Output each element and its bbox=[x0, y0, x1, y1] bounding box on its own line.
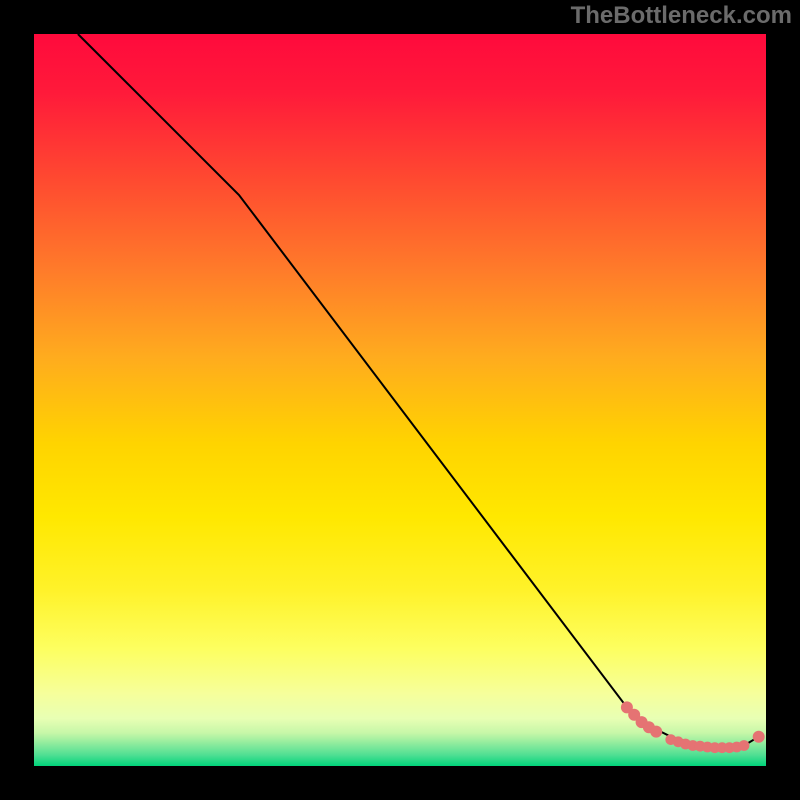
chart-container: TheBottleneck.com bbox=[0, 0, 800, 800]
chart-svg bbox=[0, 0, 800, 800]
data-point bbox=[650, 726, 662, 738]
data-point bbox=[753, 731, 765, 743]
watermark-text: TheBottleneck.com bbox=[571, 2, 792, 30]
plot-background bbox=[34, 34, 766, 766]
data-point bbox=[739, 740, 750, 751]
